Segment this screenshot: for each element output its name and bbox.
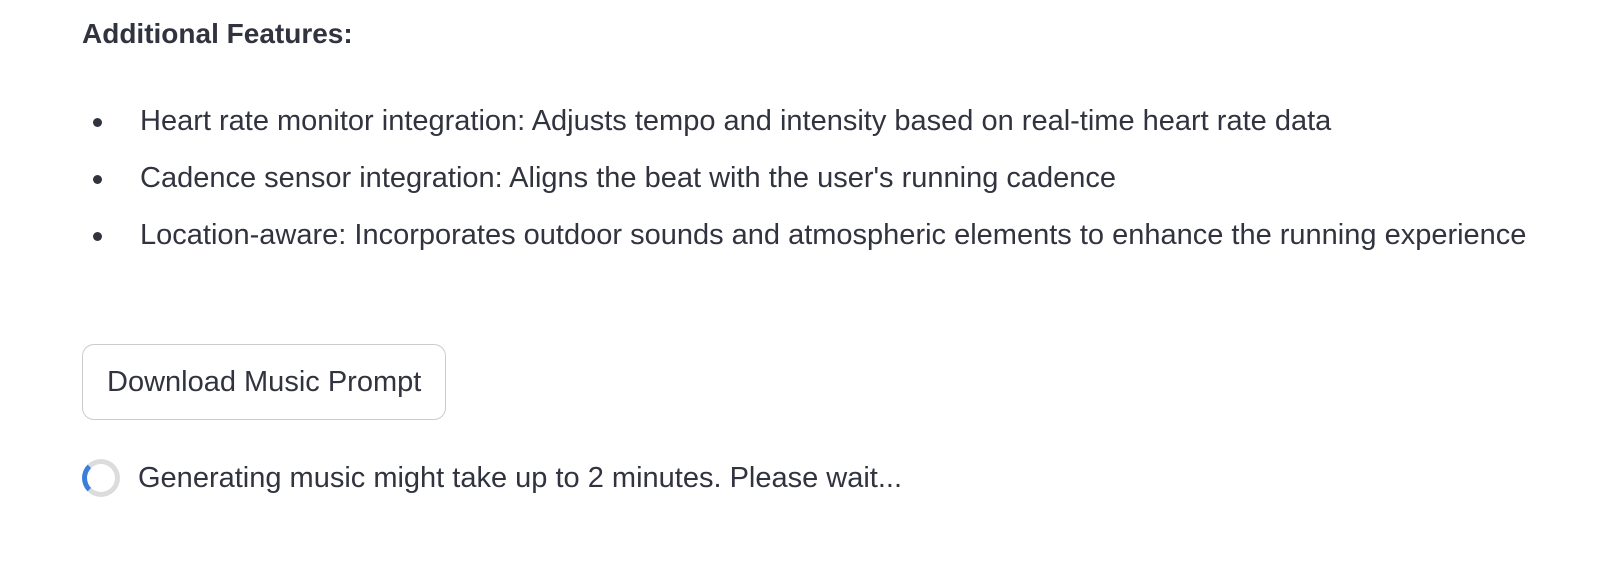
generation-status: Generating music might take up to 2 minu… — [82, 454, 902, 502]
list-item: Cadence sensor integration: Aligns the b… — [82, 153, 1532, 203]
list-item: Location-aware: Incorporates outdoor sou… — [82, 210, 1532, 260]
feature-text: Heart rate monitor integration: Adjusts … — [140, 105, 1332, 137]
bullet-icon — [93, 232, 102, 241]
status-message: Generating music might take up to 2 minu… — [138, 462, 903, 494]
bullet-icon — [93, 175, 102, 184]
download-music-prompt-button[interactable]: Download Music Prompt — [82, 344, 447, 420]
feature-list: Heart rate monitor integration: Adjusts … — [82, 96, 1532, 267]
section-heading: Additional Features: — [82, 18, 353, 49]
loading-spinner-icon — [82, 459, 120, 497]
feature-text: Location-aware: Incorporates outdoor sou… — [140, 219, 1527, 251]
bullet-icon — [93, 118, 102, 127]
feature-text: Cadence sensor integration: Aligns the b… — [140, 162, 1117, 194]
list-item: Heart rate monitor integration: Adjusts … — [82, 96, 1532, 146]
